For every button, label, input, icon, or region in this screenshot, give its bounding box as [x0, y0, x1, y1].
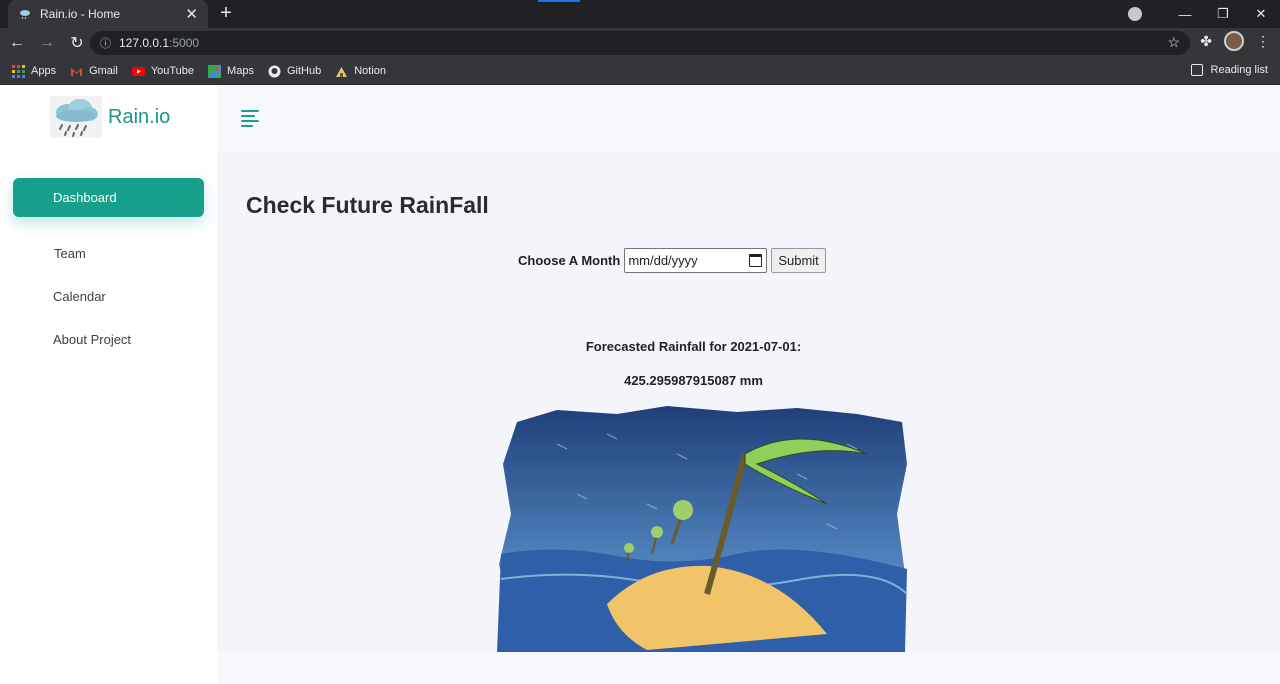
bookmark-label: YouTube — [150, 65, 195, 77]
bookmark-maps[interactable]: Maps — [208, 64, 254, 78]
cloud-favicon-icon — [18, 7, 32, 21]
sidebar-item-label: Team — [54, 246, 86, 261]
menu-toggle-icon[interactable] — [241, 110, 259, 127]
maps-icon — [208, 64, 222, 78]
footer-strip — [217, 652, 1280, 684]
rain-cloud-icon — [50, 96, 102, 138]
reading-list-label: Reading list — [1210, 64, 1268, 76]
tab-search-icon[interactable] — [1128, 7, 1142, 21]
bookmark-apps[interactable]: Apps — [12, 64, 57, 78]
browser-tab[interactable]: Rain.io - Home ✕ — [8, 0, 208, 28]
brand-logo[interactable]: Rain.io — [50, 96, 170, 138]
sidebar-item-team[interactable]: Team — [13, 234, 204, 273]
close-tab-icon[interactable]: ✕ — [185, 5, 198, 23]
bookmark-label: GitHub — [286, 65, 322, 77]
month-label: Choose A Month — [518, 253, 621, 268]
page-title: Check Future RainFall — [246, 192, 489, 218]
browser-toolbar: ← → ↻ ⓘ 127.0.0.1:5000 ☆ ✤ ⋮ — [0, 28, 1280, 58]
bookmarks-bar: Apps Gmail YouTube Maps GitHub Notion Re… — [0, 58, 1280, 85]
sidebar-item-label: About Project — [53, 332, 132, 347]
menu-kebab-icon[interactable]: ⋮ — [1256, 33, 1270, 50]
toolbar-actions: ✤ ⋮ — [1200, 31, 1270, 51]
sidebar-item-dashboard[interactable]: Dashboard — [13, 178, 204, 217]
bookmark-label: Gmail — [89, 65, 118, 77]
main-content: Check Future RainFall Choose A Month mm/… — [217, 152, 1280, 652]
reading-list-icon — [1190, 64, 1203, 76]
calendar-icon[interactable] — [749, 254, 763, 267]
bookmark-youtube[interactable]: YouTube — [131, 65, 195, 78]
profile-avatar[interactable] — [1224, 31, 1244, 51]
submit-button[interactable]: Submit — [771, 248, 826, 273]
tab-title: Rain.io - Home — [40, 7, 121, 21]
reload-icon[interactable]: ↻ — [64, 33, 90, 53]
github-icon — [268, 65, 281, 78]
browser-titlebar: Rain.io - Home ✕ + — ❐ ✕ — [0, 0, 1280, 28]
top-header — [217, 86, 1280, 152]
sidebar-item-calendar[interactable]: Calendar — [13, 277, 204, 316]
sidebar-item-label: Calendar — [53, 289, 106, 304]
url-port: :5000 — [169, 36, 200, 50]
forecast-form: Choose A Month mm/dd/yyyy Submit — [518, 248, 826, 273]
stormy-island-illustration — [497, 406, 908, 652]
bookmark-notion[interactable]: Notion — [335, 65, 386, 78]
gmail-icon — [70, 65, 83, 78]
brand-name: Rain.io — [108, 105, 171, 128]
bookmark-label: Apps — [31, 65, 57, 77]
sidebar: Rain.io Dashboard Team Calendar About Pr… — [0, 86, 217, 684]
bookmark-gmail[interactable]: Gmail — [70, 65, 118, 78]
sidebar-item-label: Dashboard — [53, 190, 117, 205]
back-icon[interactable]: ← — [4, 34, 30, 52]
forecast-label: Forecasted Rainfall for 2021-07-01: — [585, 339, 802, 354]
address-bar[interactable]: ⓘ 127.0.0.1:5000 ☆ — [90, 31, 1190, 55]
minimize-icon[interactable]: — — [1166, 7, 1204, 22]
date-input[interactable]: mm/dd/yyyy — [624, 248, 768, 273]
forward-icon[interactable]: → — [34, 34, 60, 52]
url-host: 127.0.0.1 — [119, 36, 170, 50]
restore-icon[interactable]: ❐ — [1204, 6, 1242, 22]
tab-indicator — [538, 0, 580, 2]
bookmark-label: Notion — [354, 65, 386, 77]
notion-icon — [335, 65, 348, 78]
forecast-value: 425.295987915087 mm — [624, 373, 763, 388]
site-info-icon[interactable]: ⓘ — [100, 35, 111, 51]
date-placeholder: mm/dd/yyyy — [628, 253, 698, 268]
window-controls: — ❐ ✕ — [1128, 0, 1280, 28]
sidebar-item-about-project[interactable]: About Project — [13, 320, 204, 359]
apps-grid-icon — [12, 64, 25, 78]
extensions-icon[interactable]: ✤ — [1200, 33, 1212, 50]
bookmark-label: Maps — [227, 65, 254, 77]
close-window-icon[interactable]: ✕ — [1242, 6, 1280, 22]
youtube-icon — [131, 65, 145, 78]
reading-list[interactable]: Reading list — [1190, 64, 1268, 76]
bookmark-star-icon[interactable]: ☆ — [1167, 34, 1180, 51]
bookmark-github[interactable]: GitHub — [268, 65, 321, 78]
new-tab-icon[interactable]: + — [216, 2, 236, 25]
